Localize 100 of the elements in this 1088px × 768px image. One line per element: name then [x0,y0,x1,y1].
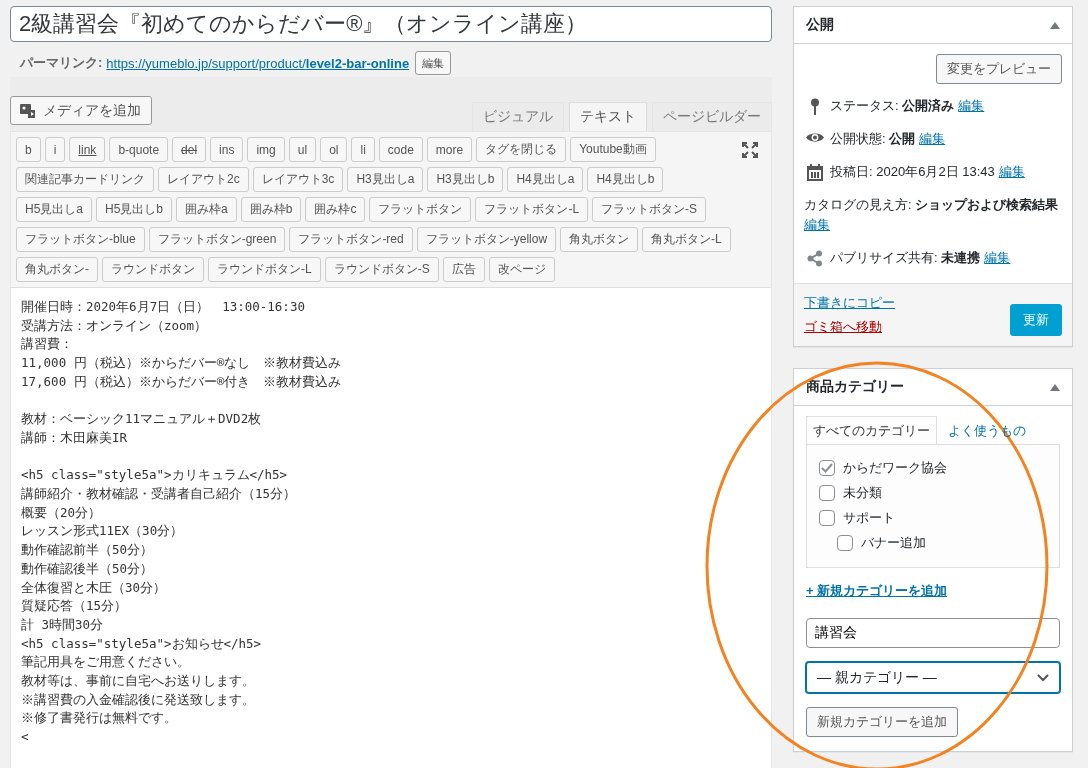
fullscreen-icon[interactable] [742,141,758,158]
quicktag-button[interactable]: li [351,137,375,162]
edit-link[interactable]: 編集 [958,96,985,116]
text-line: 講師紹介・教材確認・受講者自己紹介（15分） [21,485,298,503]
category-label: バナー追加 [861,534,926,552]
parent-category-select[interactable]: — 親カテゴリー — [806,662,1060,693]
publish-info: 公開状態: 公開 [830,130,916,148]
quicktag-button[interactable]: 広告 [442,257,485,282]
text-line: ※講習費の入金確認後に発送致します。 [21,690,256,709]
quicktag-button[interactable]: レイアウト3c [252,167,344,192]
text-line: 教材等は、事前に自宅へお送りします。 [21,672,256,691]
quicktag-button[interactable]: H4見出しa [507,167,584,192]
checkbox[interactable] [819,460,835,476]
text-line: 全体復習と木圧（30分） [21,578,168,597]
text-line: 概要（20分） [21,503,103,522]
quicktag-button[interactable]: ラウンドボタン-L [208,257,321,282]
edit-link[interactable]: 編集 [804,215,830,235]
quicktag-button[interactable]: フラットボタン-green [148,227,286,252]
quicktag-button[interactable]: 囲み枠b [240,197,302,222]
editor-tab[interactable]: ビジュアル [472,102,564,131]
quicktag-button[interactable]: H4見出しb [587,167,664,192]
text-line: <h5 class="style5a">お知らせ</h5> [21,634,263,653]
quicktag-button[interactable]: フラットボタン-red [289,227,413,252]
quicktag-button[interactable]: ラウンドボタン [102,257,204,282]
text-line: 17,600 円（税込）※からだバー®付き ※教材費込み [21,372,343,391]
preview-button[interactable]: 変更をプレビュー [936,54,1062,84]
quicktag-button[interactable]: ins [210,137,244,162]
quicktag-button[interactable]: レイアウト2c [158,167,249,192]
text-line: 動作確認前半（50分） [21,541,155,560]
text-line: 講師：木田麻美IR [21,428,129,447]
quicktag-button[interactable]: 角丸ボタン- [16,257,98,282]
quicktag-button[interactable]: img [247,137,285,162]
quicktag-button[interactable]: 囲み枠a [176,197,237,222]
quicktag-button[interactable]: フラットボタン-S [592,197,707,222]
quicktag-button[interactable]: ol [320,137,348,162]
quicktag-button[interactable]: code [378,137,423,162]
quicktag-button[interactable]: H5見出しb [96,197,173,222]
quicktag-button[interactable]: more [426,137,473,162]
edit-link[interactable]: 編集 [984,248,1011,268]
chevron-down-icon [1037,673,1049,682]
category-tab[interactable]: すべてのカテゴリー [806,416,937,444]
quicktag-button[interactable]: ラウンドボタン-S [324,257,439,282]
media-icon [19,102,37,119]
text-line: 開催日時：2020年6月7日（日） 13:00-16:30 [21,298,306,316]
text-line: 質疑応答（15分） [21,597,129,616]
quicktag-button[interactable]: 角丸ボタン-L [642,227,731,252]
publish-info: パブリサイズ共有: 未連携 [830,249,981,267]
quicktag-button[interactable]: H5見出しa [16,197,92,222]
quicktag-button[interactable]: ul [288,137,317,162]
text-line: 計 3時間30分 [21,615,105,634]
quicktag-button[interactable]: 角丸ボタン [560,227,639,252]
text-line: < [21,728,30,747]
checkbox[interactable] [819,485,835,501]
publish-info: ステータス: 公開済み [830,97,955,115]
quicktag-button[interactable]: フラットボタン-blue [16,227,145,252]
add-category-button[interactable]: 新規カテゴリーを追加 [806,707,958,737]
quicktag-button[interactable]: タグを閉じる [476,137,567,162]
quicktag-button[interactable]: del [172,137,207,162]
quicktag-button[interactable]: フラットボタン-yellow [416,227,557,252]
quicktag-button[interactable]: H3見出しb [427,167,504,192]
text-line: 講習費： [21,335,74,354]
quicktag-button[interactable]: 関連記事カードリンク [16,167,154,192]
text-line: <h5 class="style5a">カリキュラム</h5> [21,466,289,485]
trash-link[interactable]: ゴミ箱へ移動 [804,318,895,336]
collapse-toggle-icon[interactable] [1050,21,1060,29]
text-line: 教材：ベーシック11マニュアル＋DVD2枚 [21,410,263,429]
edit-link[interactable]: 編集 [998,162,1025,182]
quicktag-button[interactable]: H3見出しa [347,167,424,192]
copy-to-draft-link[interactable]: 下書きにコピー [804,294,895,312]
permalink-link[interactable]: https://yumeblo.jp/support/product/level2-bar-online [106,55,410,71]
category-name-field[interactable]: 講習会 [806,618,1060,648]
title-field[interactable]: 2級講習会『初めてのからだバー®』（オンライン講座） [10,6,772,42]
quicktag-button[interactable]: Youtube動画 [570,137,656,162]
editor-tab[interactable]: ページビルダー [652,102,772,131]
checkbox[interactable] [837,535,853,551]
quicktag-button[interactable]: 囲み枠c [305,197,366,222]
text-line: レッスン形式11EX（30分） [21,522,185,541]
add-media-button[interactable]: メディアを追加 [10,96,152,125]
category-label: 未分類 [843,484,882,502]
quicktag-button[interactable]: フラットボタン-L [475,197,589,222]
checkbox[interactable] [819,510,835,526]
publish-info: 投稿日: 2020年6月2日 13:43 [830,163,995,181]
permalink-label: パーマリンク: [20,54,103,72]
category-label: サポート [843,509,895,527]
quicktag-button[interactable]: link [69,137,106,162]
collapse-toggle-icon[interactable] [1050,383,1060,391]
quicktag-button[interactable]: 改ページ [488,257,555,282]
editor-tab[interactable]: テキスト [569,102,647,131]
edit-button[interactable]: 編集 [415,51,452,75]
quicktag-button[interactable]: フラットボタン [369,197,472,222]
category-label: からだワーク協会 [843,459,947,477]
add-new-category-link[interactable]: + 新規カテゴリーを追加 [806,582,948,600]
calendar-icon [804,162,826,181]
edit-link[interactable]: 編集 [919,129,946,149]
panel-title: 商品カテゴリー [806,378,904,396]
text-line: ※修了書発行は無料です。 [21,709,178,728]
quicktag-button[interactable]: i [44,137,66,162]
quicktag-button[interactable]: b-quote [109,137,169,162]
text-line: 筆記用具をご用意ください。 [21,653,191,672]
quicktag-button[interactable]: b [16,137,41,162]
